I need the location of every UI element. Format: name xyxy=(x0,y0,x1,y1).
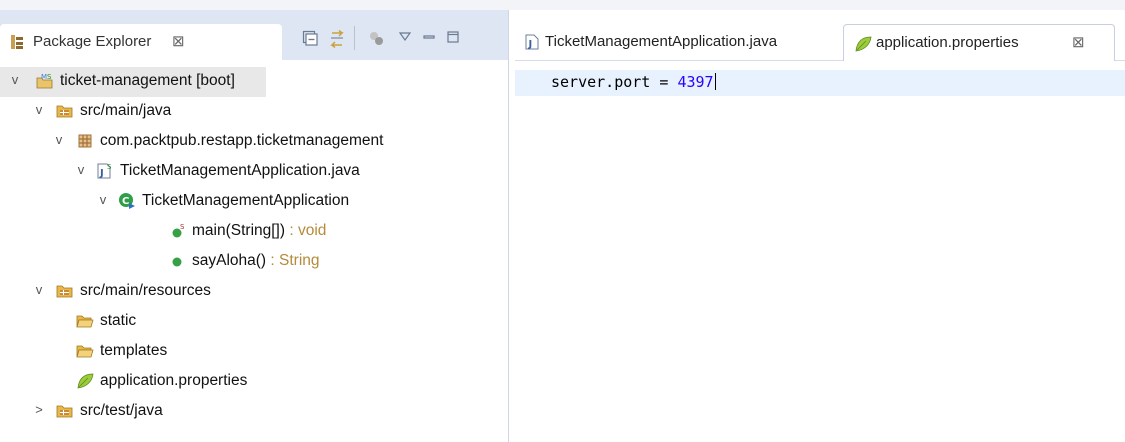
link-with-editor-icon[interactable] xyxy=(328,30,346,48)
package-explorer-icon xyxy=(11,35,23,49)
text-caret xyxy=(714,73,716,90)
tree-item-label: sayAloha() : String xyxy=(192,252,320,269)
expand-arrow-icon[interactable]: v xyxy=(74,162,88,177)
expand-arrow-icon[interactable]: v xyxy=(52,132,66,147)
maximize-icon[interactable] xyxy=(446,30,460,44)
tree-item-application-properties[interactable]: application.properties xyxy=(0,367,508,397)
folder-icon xyxy=(76,345,94,358)
window-top-strip xyxy=(0,0,1125,10)
expand-arrow-icon[interactable]: v xyxy=(96,192,110,207)
tree-item-label: src/main/java xyxy=(80,102,172,119)
spring-class-icon: C xyxy=(119,193,135,209)
package-icon xyxy=(78,134,92,148)
tree-item-src-main-resources[interactable]: v src/main/resources xyxy=(0,277,508,307)
spring-java-file-icon: J S xyxy=(97,163,112,179)
svg-text:S: S xyxy=(180,223,185,231)
toolbar-separator xyxy=(354,26,355,50)
tab-application-properties[interactable]: application.properties ⊠ xyxy=(843,24,1115,61)
tree-item-label: com.packtpub.restapp.ticketmanagement xyxy=(100,132,384,149)
svg-text:S: S xyxy=(47,73,52,81)
tab-label: application.properties xyxy=(876,34,1019,51)
tree-item-method-main[interactable]: S main(String[]) : void xyxy=(0,217,508,247)
expand-arrow-icon[interactable]: v xyxy=(32,282,46,297)
focus-icon[interactable] xyxy=(368,30,384,46)
editor-tab-bar: J TicketManagementApplication.java appli… xyxy=(515,10,1125,61)
tree-item-label: TicketManagementApplication.java xyxy=(120,162,360,179)
minimize-icon[interactable] xyxy=(422,30,436,44)
close-icon[interactable]: ⊠ xyxy=(1072,33,1085,51)
tree-item-label: ticket-management [boot] xyxy=(60,72,235,89)
tab-ticket-management-application-java[interactable]: J TicketManagementApplication.java xyxy=(515,24,835,60)
tree-item-project[interactable]: v M S ticket-management [boot] xyxy=(0,67,266,97)
properties-leaf-icon xyxy=(855,36,872,52)
property-key: server.port = xyxy=(551,73,678,91)
source-folder-icon xyxy=(56,405,73,418)
package-explorer-view: Package Explorer ⊠ v M S ticket-manageme… xyxy=(0,10,508,442)
view-sash[interactable] xyxy=(508,10,515,442)
view-menu-icon[interactable] xyxy=(398,30,412,44)
tree-item-label: templates xyxy=(100,342,168,359)
expand-arrow-icon[interactable]: v xyxy=(8,72,22,87)
tree-item-label: TicketManagementApplication xyxy=(142,192,350,209)
current-line-highlight: server.port = 4397 xyxy=(515,70,1125,96)
close-icon[interactable]: ⊠ xyxy=(172,32,185,50)
tree-item-label: src/test/java xyxy=(80,402,163,419)
source-folder-icon xyxy=(56,285,73,298)
tree-item-static[interactable]: static xyxy=(0,307,508,337)
expand-arrow-icon[interactable]: v xyxy=(32,102,46,117)
tree-item-package[interactable]: v com.packtpub.restapp.ticketmanagement xyxy=(0,127,508,157)
tree-item-label: main(String[]) : void xyxy=(192,222,327,239)
tab-label: TicketManagementApplication.java xyxy=(545,33,778,50)
tab-package-explorer[interactable]: Package Explorer ⊠ xyxy=(0,24,282,60)
static-method-icon: S xyxy=(172,223,185,238)
editor-area: J TicketManagementApplication.java appli… xyxy=(515,10,1125,442)
java-file-icon: J xyxy=(525,34,539,50)
tree-item-label: static xyxy=(100,312,137,329)
folder-icon xyxy=(76,315,94,328)
package-tree: v M S ticket-management [boot] v src/mai… xyxy=(0,60,508,442)
explorer-tab-bar: Package Explorer ⊠ xyxy=(0,10,508,60)
spring-project-icon: M S xyxy=(36,73,53,89)
svg-text:J: J xyxy=(99,168,104,179)
tree-item-method-sayaloha[interactable]: sayAloha() : String xyxy=(0,247,508,277)
svg-text:S: S xyxy=(107,163,112,171)
explorer-tab-label: Package Explorer xyxy=(33,33,152,50)
tree-item-java-file[interactable]: v J S TicketManagementApplication.java xyxy=(0,157,508,187)
properties-editor-text[interactable]: server.port = 4397 xyxy=(515,61,1125,442)
svg-text:J: J xyxy=(528,39,533,50)
tree-item-templates[interactable]: templates xyxy=(0,337,508,367)
properties-leaf-icon xyxy=(77,373,94,389)
svg-text:C: C xyxy=(122,196,129,207)
tree-item-label: application.properties xyxy=(100,372,248,389)
code-line-1[interactable]: server.port = 4397 xyxy=(551,73,716,91)
source-folder-icon xyxy=(56,105,73,118)
expand-arrow-icon[interactable]: > xyxy=(32,402,46,417)
tree-item-class[interactable]: v C TicketManagementApplication xyxy=(0,187,508,217)
public-method-icon xyxy=(172,257,182,267)
property-value: 4397 xyxy=(677,73,714,91)
tree-item-src-test-java[interactable]: > src/test/java xyxy=(0,397,508,427)
tree-item-src-main-java[interactable]: v src/main/java xyxy=(0,97,508,127)
collapse-all-icon[interactable] xyxy=(302,30,318,46)
tree-item-label: src/main/resources xyxy=(80,282,211,299)
